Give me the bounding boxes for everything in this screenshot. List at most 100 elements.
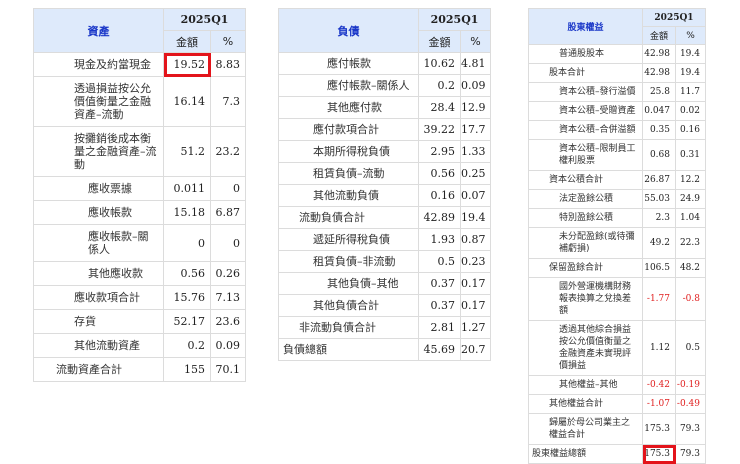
- row-label: 本期所得稅負債: [278, 140, 419, 163]
- table-row: 透過損益按公允價值衡量之金融資產–流動 16.14 7.3: [33, 76, 247, 127]
- amount-header: 金額: [642, 26, 676, 45]
- row-label: 負債總額: [278, 338, 419, 361]
- table-row: 流動資產合計 155 70.1: [33, 357, 247, 382]
- row-percent: 22.3: [675, 227, 706, 259]
- row-label: 非流動負債合計: [278, 316, 419, 339]
- row-amount: 0.011: [163, 176, 211, 201]
- table-row: 特別盈餘公積 2.3 1.04: [528, 208, 706, 228]
- row-percent: 0.09: [209, 333, 247, 358]
- table-row: 應收款項合計 15.76 7.13: [33, 285, 247, 310]
- row-amount: 175.3: [642, 444, 676, 464]
- row-label: 租賃負債–流動: [278, 162, 419, 185]
- row-label: 保留盈餘合計: [528, 258, 643, 278]
- row-percent: 0.07: [459, 184, 492, 207]
- table-title: 負債: [278, 8, 419, 53]
- row-amount: 25.8: [642, 82, 676, 102]
- row-amount: 45.69: [418, 338, 461, 361]
- row-label: 應收款項合計: [33, 285, 164, 310]
- row-percent: 79.3: [675, 444, 706, 464]
- row-percent: 19.4: [675, 44, 706, 64]
- table-row: 負債總額 45.69 20.7: [278, 338, 492, 361]
- table-title: 資產: [33, 8, 164, 53]
- percent-header: %: [675, 26, 706, 45]
- table-row: 資本公積–受贈資產 0.047 0.02: [528, 101, 706, 121]
- row-percent: 24.9: [675, 189, 706, 209]
- table-row: 普通股股本 42.98 19.4: [528, 44, 706, 64]
- row-label: 應收票據: [33, 176, 164, 201]
- row-amount: 39.22: [418, 118, 461, 141]
- row-label: 股東權益總額: [528, 444, 643, 464]
- table-row: 流動負債合計 42.89 19.4: [278, 206, 492, 229]
- row-label: 特別盈餘公積: [528, 208, 643, 228]
- row-percent: 12.9: [459, 96, 492, 119]
- row-amount: -1.07: [642, 394, 676, 414]
- row-percent: 19.4: [459, 206, 492, 229]
- table-row: 租賃負債–流動 0.56 0.25: [278, 162, 492, 185]
- row-amount: -1.77: [642, 277, 676, 321]
- table-row: 歸屬於母公司業主之權益合計 175.3 79.3: [528, 413, 706, 445]
- row-amount: 0.56: [163, 261, 211, 286]
- row-label: 其他權益–其他: [528, 375, 643, 395]
- table-row: 其他應付款 28.4 12.9: [278, 96, 492, 119]
- percent-header: %: [209, 30, 247, 53]
- table-row: 按攤銷後成本衡量之金融資產–流動 51.2 23.2: [33, 126, 247, 177]
- table-row: 未分配盈餘(或待彌補虧損) 49.2 22.3: [528, 227, 706, 259]
- row-amount: 2.3: [642, 208, 676, 228]
- row-percent: 12.2: [675, 170, 706, 190]
- row-label: 資本公積–受贈資產: [528, 101, 643, 121]
- table-row: 應付帳款 10.62 4.81: [278, 52, 492, 75]
- row-percent: 23.6: [209, 309, 247, 334]
- row-amount: 0.37: [418, 294, 461, 317]
- row-percent: 0: [209, 224, 247, 262]
- row-label: 其他應收款: [33, 261, 164, 286]
- row-label: 流動資產合計: [33, 357, 164, 382]
- row-percent: -0.19: [675, 375, 706, 395]
- row-amount: 0.047: [642, 101, 676, 121]
- table-row: 保留盈餘合計 106.5 48.2: [528, 258, 706, 278]
- row-amount: 1.93: [418, 228, 461, 251]
- row-percent: 0.17: [459, 272, 492, 295]
- table-row: 其他權益–其他 -0.42 -0.19: [528, 375, 706, 395]
- row-percent: 17.7: [459, 118, 492, 141]
- row-percent: 8.83: [209, 52, 247, 77]
- row-label: 其他負債合計: [278, 294, 419, 317]
- row-label: 租賃負債–非流動: [278, 250, 419, 273]
- row-percent: 0.25: [459, 162, 492, 185]
- table-row: 其他流動資產 0.2 0.09: [33, 333, 247, 358]
- row-percent: 7.13: [209, 285, 247, 310]
- table-row: 應付款項合計 39.22 17.7: [278, 118, 492, 141]
- row-label: 透過其他綜合損益按公允價值衡量之金融資產未實現評價損益: [528, 320, 643, 376]
- row-label: 其他流動負債: [278, 184, 419, 207]
- row-percent: 0.17: [459, 294, 492, 317]
- table-row: 應付帳款–關係人 0.2 0.09: [278, 74, 492, 97]
- table-row: 股本合計 42.98 19.4: [528, 63, 706, 83]
- row-amount: 51.2: [163, 126, 211, 177]
- row-percent: 48.2: [675, 258, 706, 278]
- row-amount: 42.98: [642, 44, 676, 64]
- table-row: 非流動負債合計 2.81 1.27: [278, 316, 492, 339]
- table-row: 本期所得稅負債 2.95 1.33: [278, 140, 492, 163]
- row-percent: 0.5: [675, 320, 706, 376]
- row-percent: 0.26: [209, 261, 247, 286]
- row-amount: 175.3: [642, 413, 676, 445]
- row-percent: 4.81: [459, 52, 492, 75]
- row-label: 資本公積–限制員工權利股票: [528, 139, 643, 171]
- row-percent: -0.49: [675, 394, 706, 414]
- row-label: 應收帳款: [33, 200, 164, 225]
- table-row: 租賃負債–非流動 0.5 0.23: [278, 250, 492, 273]
- table-row: 其他負債合計 0.37 0.17: [278, 294, 492, 317]
- row-label: 應付帳款: [278, 52, 419, 75]
- row-label: 遞延所得稅負債: [278, 228, 419, 251]
- row-amount: 0: [163, 224, 211, 262]
- row-amount: 0.5: [418, 250, 461, 273]
- amount-header: 金額: [418, 30, 461, 53]
- table-row: 國外營運機構財務報表換算之兌換差額 -1.77 -0.8: [528, 277, 706, 321]
- table-row: 股東權益總額 175.3 79.3: [528, 444, 706, 464]
- row-amount: 0.2: [418, 74, 461, 97]
- row-percent: 70.1: [209, 357, 247, 382]
- row-amount: 2.81: [418, 316, 461, 339]
- row-amount: 26.87: [642, 170, 676, 190]
- row-label: 存貨: [33, 309, 164, 334]
- table-row: 應收帳款 15.18 6.87: [33, 200, 247, 225]
- table-row: 應收票據 0.011 0: [33, 176, 247, 201]
